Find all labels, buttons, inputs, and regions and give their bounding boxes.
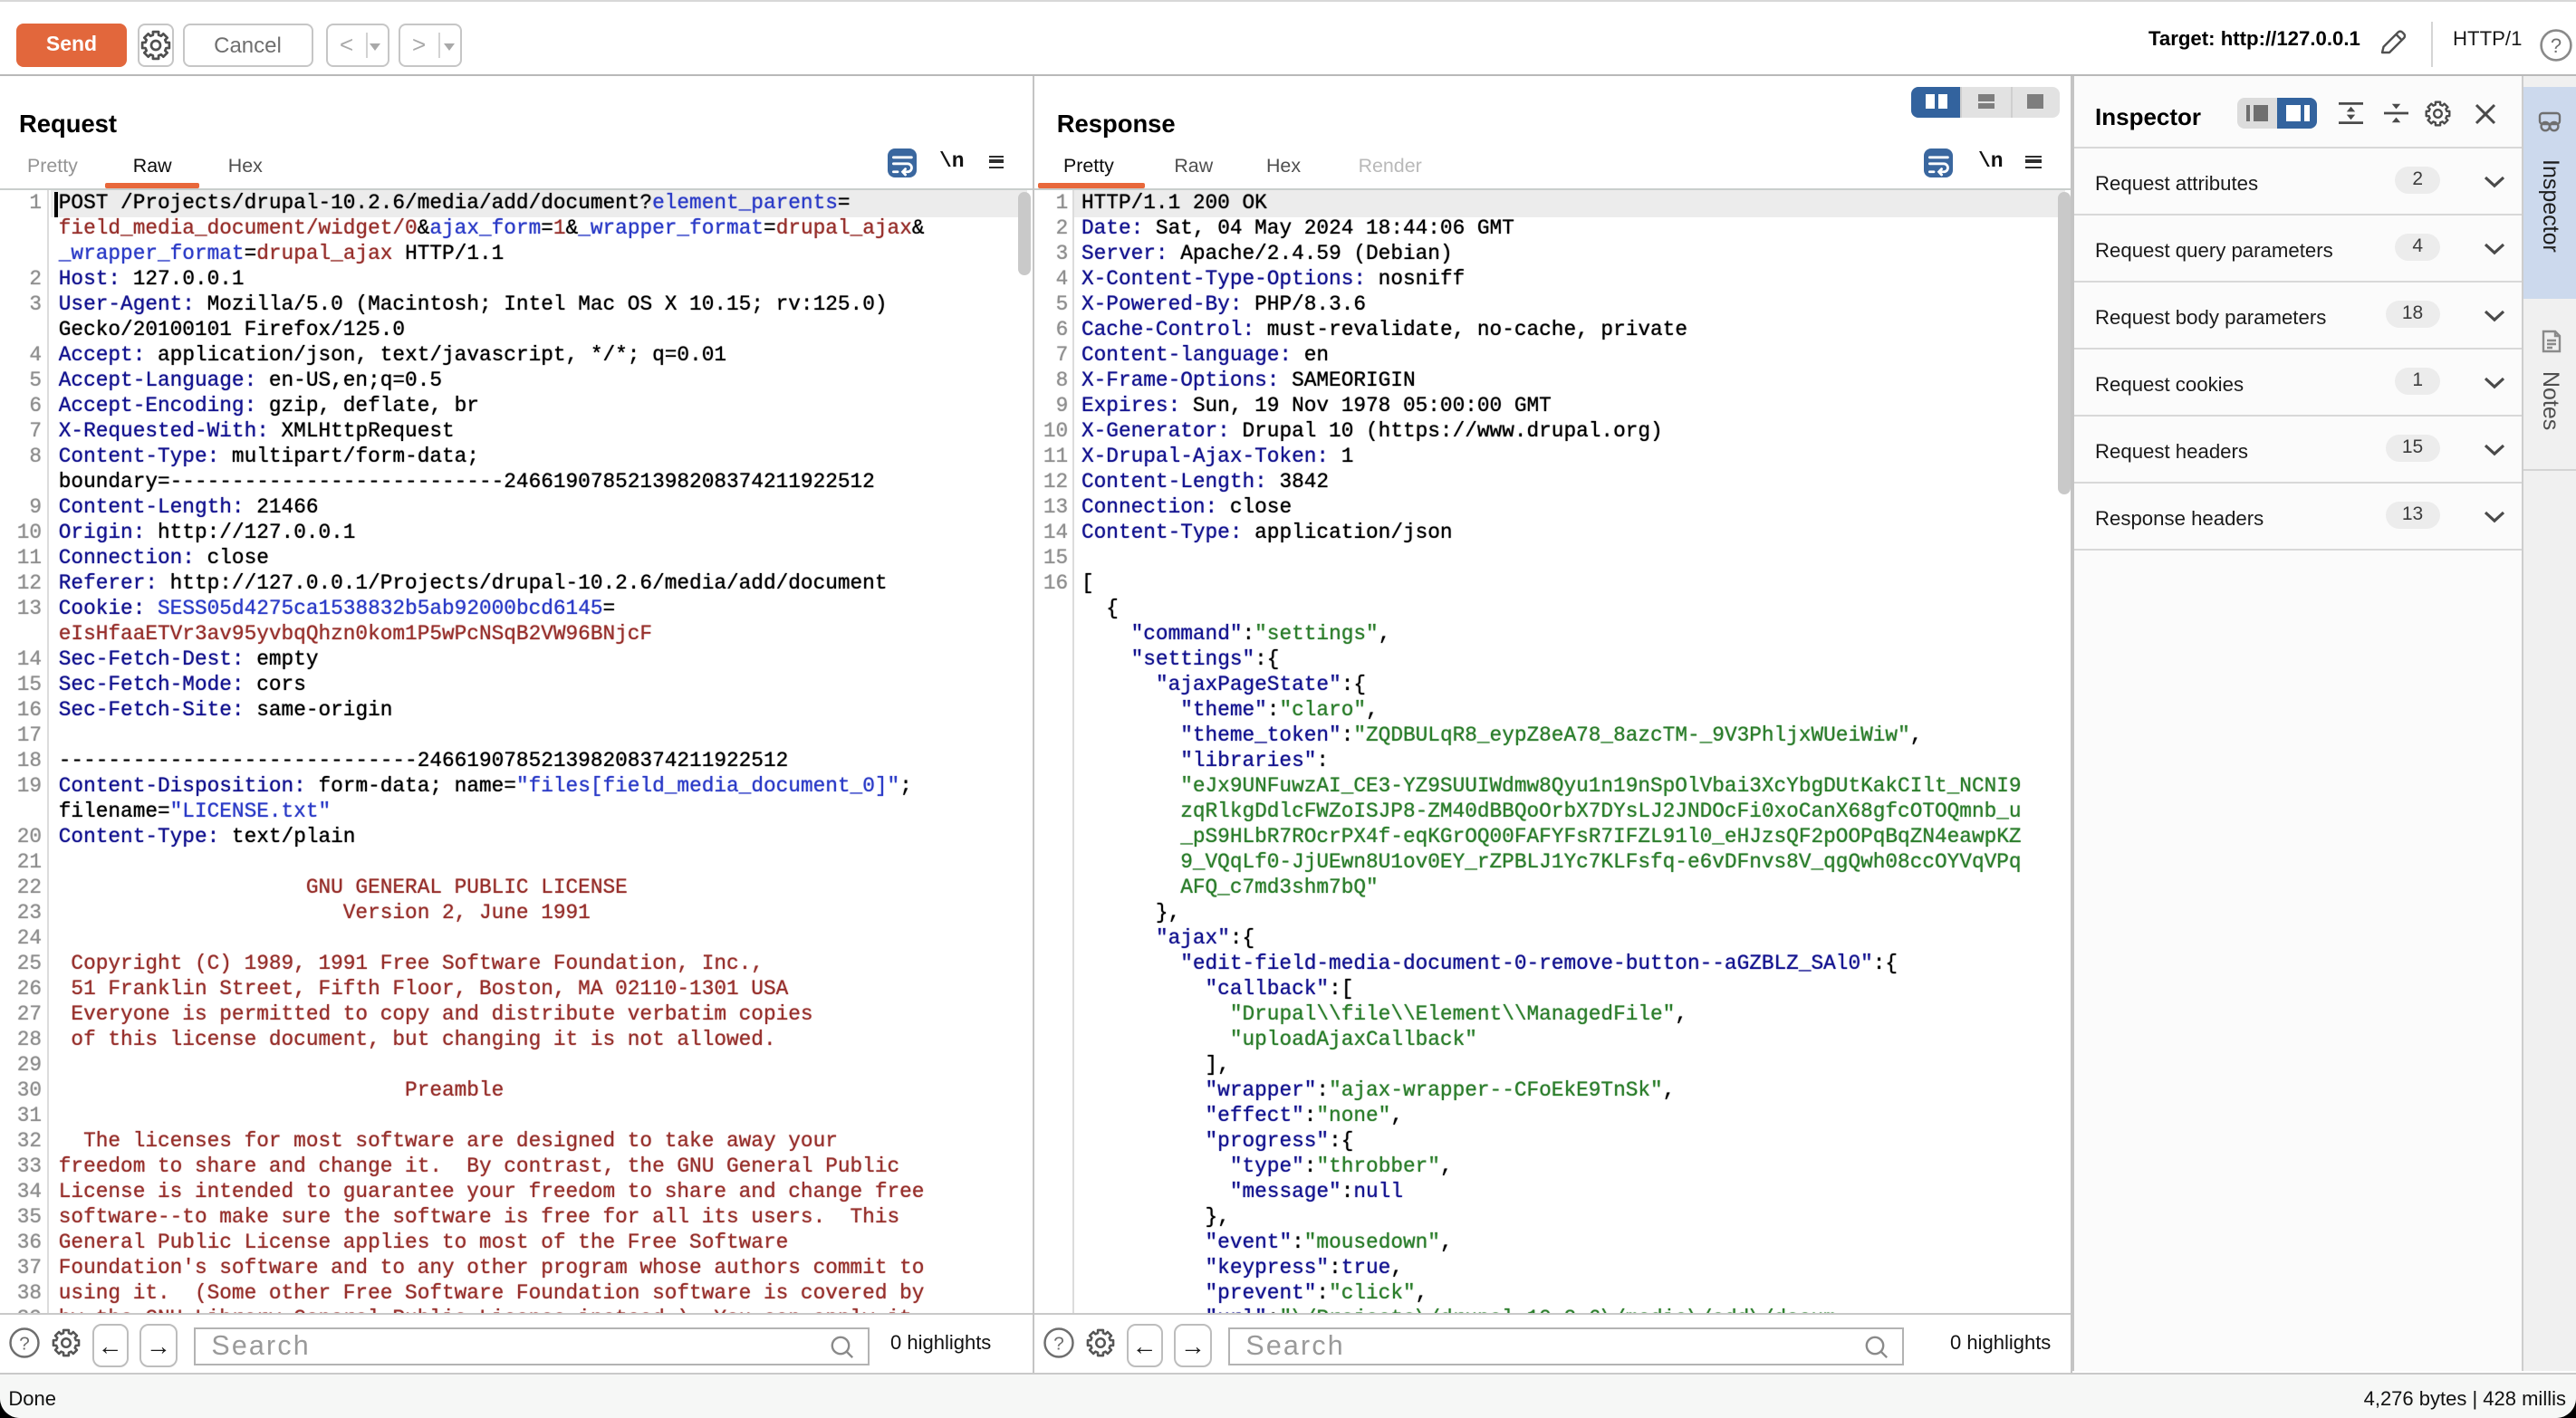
svg-text:?: ? (19, 1334, 30, 1355)
svg-text:?: ? (1053, 1334, 1064, 1355)
svg-text:?: ? (2551, 34, 2562, 57)
